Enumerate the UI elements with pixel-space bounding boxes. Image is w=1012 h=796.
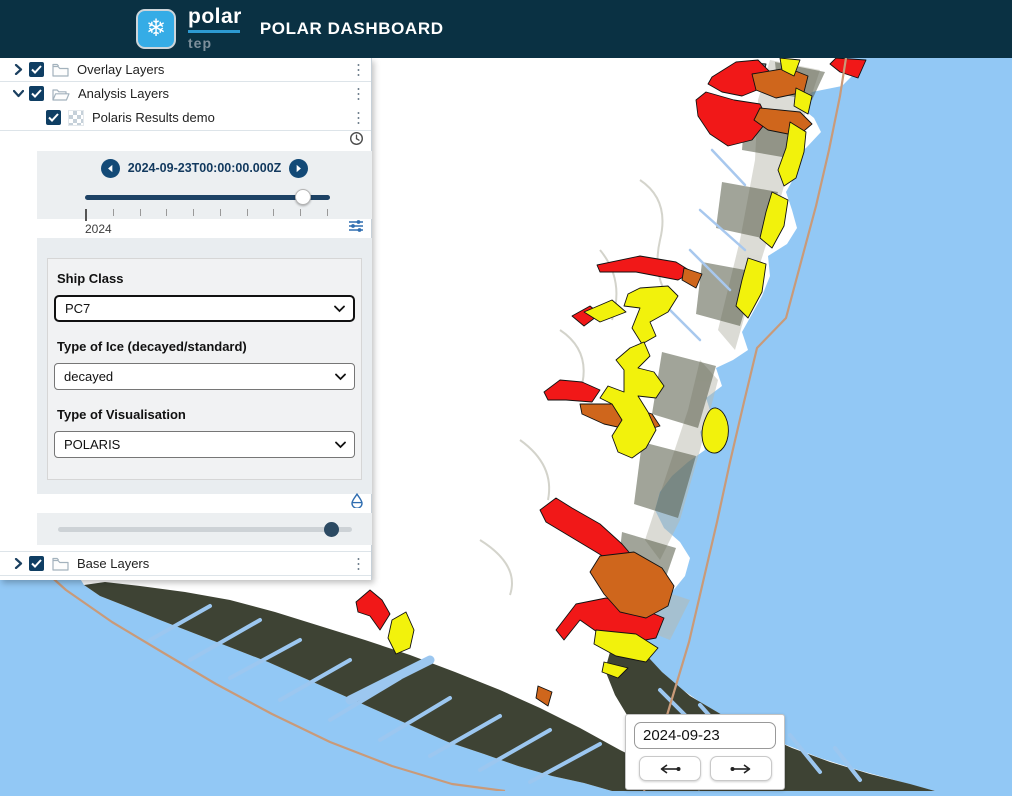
layer-thumbnail-icon: [68, 110, 84, 126]
overlay-layers-checkbox[interactable]: [29, 62, 44, 77]
map-date-widget: [625, 714, 785, 790]
map-date-input[interactable]: [634, 722, 776, 749]
snowflake-icon: ❄: [136, 9, 176, 49]
time-slider-track[interactable]: [85, 195, 330, 200]
chevron-right-icon[interactable]: [12, 63, 25, 76]
time-next-button[interactable]: [289, 159, 308, 178]
ship-class-select[interactable]: PC7: [54, 295, 355, 322]
folder-icon: [52, 63, 69, 77]
folder-open-icon: [52, 87, 70, 101]
page-title: POLAR DASHBOARD: [260, 19, 444, 39]
analysis-layers-menu-icon[interactable]: ⋮: [351, 86, 366, 101]
opacity-droplet-icon[interactable]: [350, 493, 364, 513]
ice-type-value: decayed: [64, 369, 113, 384]
polaris-results-label: Polaris Results demo: [92, 110, 215, 125]
chevron-down-icon: [335, 441, 346, 448]
ice-type-select[interactable]: decayed: [54, 363, 355, 390]
clock-icon[interactable]: [349, 131, 364, 151]
chevron-down-icon[interactable]: [12, 87, 25, 100]
analysis-layers-checkbox[interactable]: [29, 86, 44, 101]
logo-primary-text: polar: [188, 7, 242, 27]
overlay-layers-menu-icon[interactable]: ⋮: [351, 62, 366, 77]
analysis-layers-label: Analysis Layers: [78, 86, 169, 101]
base-layers-menu-icon[interactable]: ⋮: [351, 556, 366, 571]
base-layers-checkbox[interactable]: [29, 556, 44, 571]
time-previous-button[interactable]: [101, 159, 120, 178]
base-layers-label: Base Layers: [77, 556, 149, 571]
layer-item-polaris-results[interactable]: Polaris Results demo ⋮: [0, 105, 371, 131]
layer-group-analysis[interactable]: Analysis Layers ⋮: [0, 82, 371, 105]
folder-icon: [52, 557, 69, 571]
visualisation-value: POLARIS: [64, 437, 120, 452]
layer-group-base[interactable]: Base Layers ⋮: [0, 551, 371, 576]
logo-secondary-text: tep: [188, 35, 242, 51]
analysis-parameters-panel: Ship Class PC7 Type of Ice (decayed/stan…: [37, 238, 372, 494]
layers-sidebar: Overlay Layers ⋮ Analysis Layers ⋮ Polar…: [0, 58, 372, 580]
opacity-row: [0, 494, 371, 512]
brand-logo: polar tep: [188, 7, 242, 51]
visualisation-label: Type of Visualisation: [57, 407, 355, 422]
app-header: ❄ polar tep POLAR DASHBOARD: [0, 0, 1012, 58]
ship-class-label: Ship Class: [57, 271, 355, 286]
date-step-backward-button[interactable]: [639, 756, 701, 781]
overlay-layers-label: Overlay Layers: [77, 62, 164, 77]
snowflake-glyph: ❄: [146, 17, 166, 41]
ice-type-label: Type of Ice (decayed/standard): [57, 339, 355, 354]
opacity-slider-track[interactable]: [58, 527, 352, 532]
layer-settings-row: [0, 219, 371, 237]
chevron-down-icon: [335, 373, 346, 380]
time-slider-thumb[interactable]: [295, 189, 311, 205]
arrow-left-from-dot-icon: [657, 764, 683, 774]
chevron-down-icon: [334, 305, 345, 312]
opacity-slider-panel: [37, 513, 372, 545]
opacity-slider-thumb[interactable]: [324, 522, 339, 537]
time-slider-panel: 2024-09-23T00:00:00.000Z 2024: [37, 151, 372, 219]
parameters-fieldset: Ship Class PC7 Type of Ice (decayed/stan…: [47, 258, 362, 480]
arrow-right-from-dot-icon: [728, 764, 754, 774]
time-dimension-row: [0, 131, 371, 151]
current-datetime-label: 2024-09-23T00:00:00.000Z: [128, 161, 282, 175]
date-step-forward-button[interactable]: [710, 756, 772, 781]
tune-settings-icon[interactable]: [348, 219, 364, 238]
chevron-right-icon[interactable]: [12, 557, 25, 570]
ship-class-value: PC7: [65, 301, 90, 316]
time-slider[interactable]: [85, 189, 330, 205]
polaris-results-menu-icon[interactable]: ⋮: [351, 110, 366, 125]
logo-underline: [188, 30, 240, 33]
polaris-results-checkbox[interactable]: [46, 110, 61, 125]
visualisation-select[interactable]: POLARIS: [54, 431, 355, 458]
layer-group-overlay[interactable]: Overlay Layers ⋮: [0, 58, 371, 82]
